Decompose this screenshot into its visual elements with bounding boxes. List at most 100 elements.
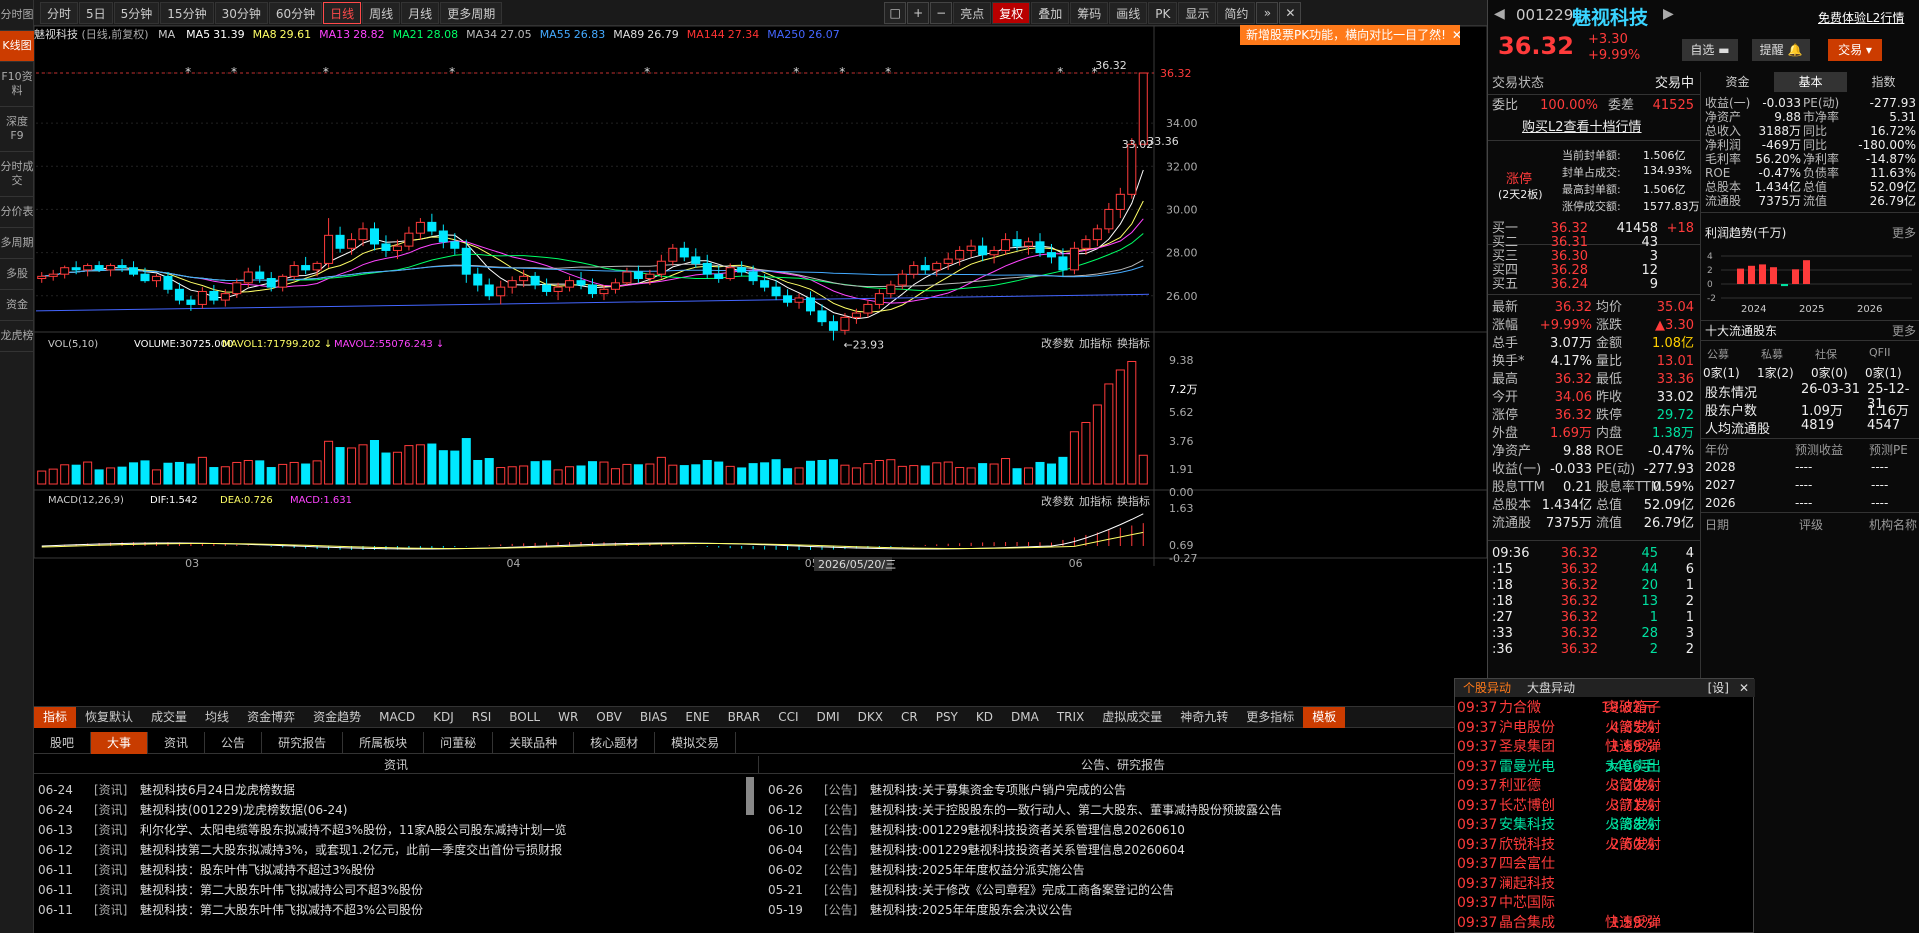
news-item[interactable]: 06-11 [资讯] 魅视科技：股东叶伟飞拟减持不超过3%股份 [38, 860, 375, 880]
news-item[interactable]: 06-11 [资讯] 魅视科技：第二大股东叶伟飞拟减持公司不超3%股份 [38, 880, 423, 900]
tool-3[interactable]: 筹码 [1070, 1, 1109, 24]
tool-7[interactable]: 简约 [1217, 1, 1256, 24]
nav-item-2[interactable]: F10资料 [0, 62, 34, 107]
l2-link[interactable]: 购买L2查看十档行情 [1522, 118, 1642, 137]
next-stock-icon[interactable]: ▶ [1663, 6, 1674, 22]
tool-6[interactable]: 显示 [1178, 1, 1217, 24]
indicator-tab-25[interactable]: 更多指标 [1237, 707, 1303, 728]
bottom-tab-7[interactable]: 关联品种 [493, 732, 575, 754]
alerts-tab-1[interactable]: 大盘异动 [1519, 679, 1583, 697]
indicator-tab-14[interactable]: BRAR [719, 707, 770, 728]
period-3[interactable]: 15分钟 [160, 1, 214, 24]
trade-button[interactable]: 交易 ▾ [1828, 39, 1882, 61]
bottom-tab-6[interactable]: 问董秘 [424, 732, 494, 754]
fullscreen-icon[interactable]: ✕ [1279, 1, 1302, 24]
close-icon[interactable]: ✕ [1452, 28, 1460, 42]
period-4[interactable]: 30分钟 [214, 1, 268, 24]
notice-item[interactable]: 06-26 [公告] 魅视科技:关于募集资金专项账户销户完成的公告 [768, 780, 1126, 800]
tool-1[interactable]: 复权 [992, 1, 1031, 24]
notice-item[interactable]: 06-04 [公告] 魅视科技:001229魅视科技投资者关系管理信息2026060… [768, 840, 1185, 860]
profit-more[interactable]: 更多 [1892, 224, 1916, 241]
indicator-tab-0[interactable]: 指标 [34, 706, 77, 728]
remind-button[interactable]: 提醒 🔔 [1752, 39, 1810, 61]
watchlist-button[interactable]: 自选 ▬ [1682, 39, 1738, 61]
alert-row[interactable]: 09:37 安集科技 火箭发射 3.88% [1455, 816, 1755, 836]
period-0[interactable]: 分时 [40, 1, 79, 24]
prev-stock-icon[interactable]: ◀ [1494, 6, 1505, 22]
indicator-tab-19[interactable]: PSY [927, 707, 967, 728]
vol-tool-2[interactable]: 换指标 [1117, 336, 1150, 350]
indicator-tab-10[interactable]: WR [549, 707, 587, 728]
period-2[interactable]: 5分钟 [113, 1, 160, 24]
news-item[interactable]: 06-24 [资讯] 魅视科技(001229)龙虎榜数据(06-24) [38, 800, 347, 820]
indicator-tab-9[interactable]: BOLL [500, 707, 549, 728]
notice-item[interactable]: 05-21 [公告] 魅视科技:关于修改《公司章程》完成工商备案登记的公告 [768, 880, 1174, 900]
news-item[interactable]: 06-11 [资讯] 魅视科技：第二大股东叶伟飞拟减持不超3%公司股份 [38, 900, 423, 920]
bottom-tab-8[interactable]: 核心题材 [574, 732, 656, 754]
alert-row[interactable]: 09:37 雷曼光电 大笔卖出 3496手 [1455, 758, 1755, 778]
tool-4[interactable]: 画线 [1109, 1, 1148, 24]
alert-row[interactable]: 09:37 利亚德 火箭发射 3.20% [1455, 777, 1755, 797]
close-icon[interactable]: ✕ [1733, 679, 1755, 697]
nav-item-5[interactable]: 分价表 [0, 197, 34, 228]
trial-l2-link[interactable]: 免费体验L2行情 [1818, 9, 1904, 26]
f10-tab-1[interactable]: 基本 [1774, 72, 1847, 92]
notice-item[interactable]: 06-10 [公告] 魅视科技:001229魅视科技投资者关系管理信息2026061… [768, 820, 1185, 840]
period-9[interactable]: 更多周期 [440, 1, 503, 24]
kline-chart[interactable]: 36.3234.0032.0030.0028.0026.0036.3233.02… [34, 26, 1487, 706]
news-scrollbar[interactable] [746, 777, 754, 815]
indicator-tab-17[interactable]: DKX [849, 707, 892, 728]
alert-row[interactable]: 09:37 澜起科技 [1455, 875, 1755, 895]
alert-row[interactable]: 09:37 沪电股份 火箭发射 4.85% [1455, 719, 1755, 739]
indicator-tab-2[interactable]: 成交量 [142, 707, 196, 728]
period-7[interactable]: 周线 [362, 1, 401, 24]
alert-row[interactable]: 09:37 晶合集成 快速反弹 1.59% [1455, 914, 1755, 933]
kline-chart-area[interactable]: 36.32 34.00 32.00 30.00 28.00 26.00 36.32 33.02… [34, 25, 1487, 706]
tool-5[interactable]: PK [1148, 1, 1178, 24]
notice-item[interactable]: 06-02 [公告] 魅视科技:2025年年度权益分派实施公告 [768, 860, 1085, 880]
indicator-tab-20[interactable]: KD [967, 707, 1002, 728]
indicator-tab-24[interactable]: 神奇九转 [1171, 707, 1237, 728]
bottom-tab-4[interactable]: 研究报告 [262, 732, 344, 754]
period-6[interactable]: 日线 [323, 1, 362, 24]
indicator-tab-6[interactable]: MACD [370, 707, 424, 728]
indicator-tab-26[interactable]: 模板 [1303, 706, 1346, 728]
bottom-tab-9[interactable]: 模拟交易 [655, 732, 737, 754]
tool-0[interactable]: 亮点 [953, 1, 992, 24]
macd-tool-1[interactable]: 加指标 [1079, 494, 1112, 508]
alert-row[interactable]: 09:37 欣锐科技 火箭发射 2.60% [1455, 836, 1755, 856]
indicator-tab-18[interactable]: CR [892, 707, 927, 728]
macd-tool-2[interactable]: 换指标 [1117, 494, 1150, 508]
nav-item-3[interactable]: 深度F9 [0, 107, 34, 152]
indicator-tab-13[interactable]: ENE [676, 707, 718, 728]
alert-row[interactable]: 09:37 圣泉集团 快速反弹 1.69% [1455, 738, 1755, 758]
nav-item-6[interactable]: 多周期 [0, 228, 34, 259]
indicator-tab-16[interactable]: DMI [808, 707, 849, 728]
notice-item[interactable]: 05-19 [公告] 魅视科技:2025年年度股东会决议公告 [768, 900, 1073, 920]
period-1[interactable]: 5日 [79, 1, 113, 24]
indicator-tab-5[interactable]: 资金趋势 [304, 707, 370, 728]
nav-item-1[interactable]: K线图 [0, 31, 34, 62]
indicator-tab-12[interactable]: BIAS [631, 707, 677, 728]
f10-tab-2[interactable]: 指数 [1847, 72, 1919, 92]
nav-item-8[interactable]: 资金 [0, 290, 34, 321]
indicator-tab-4[interactable]: 资金博弈 [238, 707, 304, 728]
indicator-tab-22[interactable]: TRIX [1048, 707, 1093, 728]
bottom-tab-5[interactable]: 所属板块 [343, 732, 425, 754]
nav-item-7[interactable]: 多股 [0, 259, 34, 290]
notice-item[interactable]: 06-12 [公告] 魅视科技:关于控股股东的一致行动人、第二大股东、董事减持股份预… [768, 800, 1282, 820]
plus-icon[interactable]: + [907, 1, 930, 24]
indicator-tab-23[interactable]: 虚拟成交量 [1093, 707, 1171, 728]
alerts-setting[interactable]: [设] [1704, 679, 1733, 697]
indicator-tab-3[interactable]: 均线 [196, 707, 238, 728]
indicator-tab-11[interactable]: OBV [587, 707, 631, 728]
minus-icon[interactable]: − [930, 1, 953, 24]
news-item[interactable]: 06-12 [资讯] 魅视科技第二大股东拟减持3%，或套现1.2亿元，此前一季度交出… [38, 840, 562, 860]
alerts-tab-0[interactable]: 个股异动 [1455, 679, 1519, 697]
nav-item-9[interactable]: 龙虎榜 [0, 321, 34, 352]
indicator-tab-7[interactable]: KDJ [424, 707, 463, 728]
alert-row[interactable]: 09:37 长芯博创 火箭发射 3.71% [1455, 797, 1755, 817]
square-icon[interactable]: □ [884, 1, 907, 24]
nav-item-4[interactable]: 分时成交 [0, 152, 34, 197]
indicator-tab-1[interactable]: 恢复默认 [76, 707, 142, 728]
